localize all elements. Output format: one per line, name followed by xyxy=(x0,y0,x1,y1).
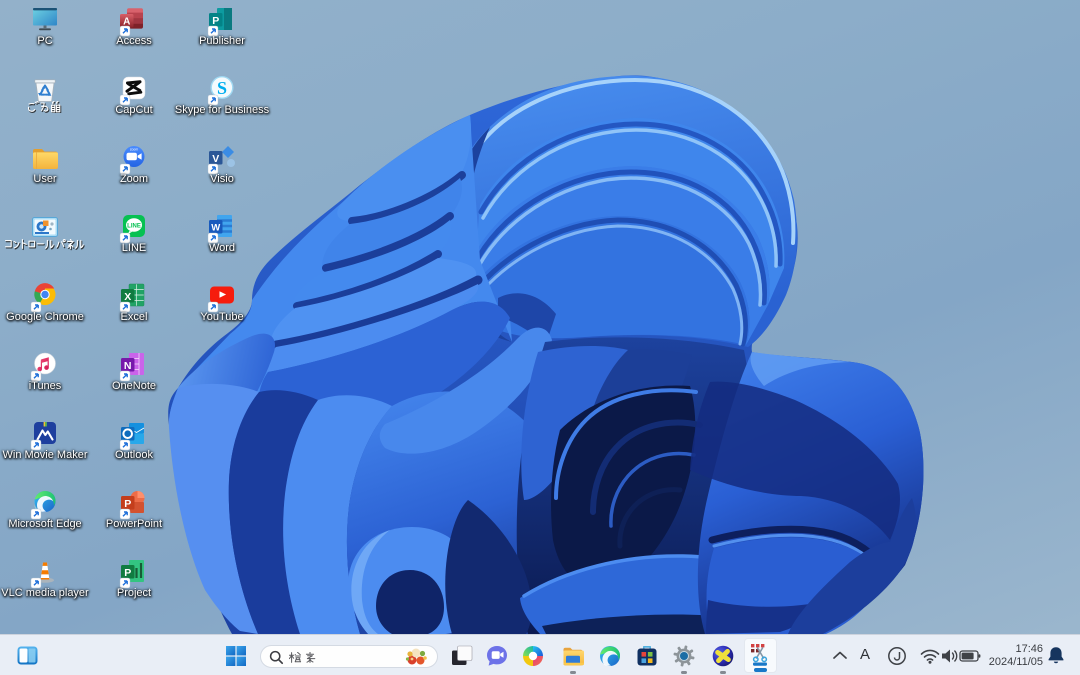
svg-text:LINE: LINE xyxy=(127,223,141,229)
svg-text:W: W xyxy=(211,223,220,234)
svg-text:P: P xyxy=(212,15,219,27)
svg-text:S: S xyxy=(217,78,227,98)
svg-text:N: N xyxy=(124,360,132,372)
svg-text:P: P xyxy=(124,498,131,510)
svg-text:zoom: zoom xyxy=(130,148,138,152)
svg-text:V: V xyxy=(212,153,219,165)
svg-text:X: X xyxy=(124,291,131,303)
svg-text:P: P xyxy=(124,567,131,579)
